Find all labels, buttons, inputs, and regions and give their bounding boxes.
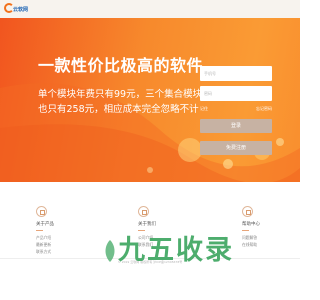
feature-products: 关于产品 产品介绍 最新更新 联系方式 bbox=[36, 206, 84, 255]
heart-icon bbox=[138, 206, 149, 217]
feature-link[interactable]: 产品介绍 bbox=[36, 234, 84, 241]
watermark-text: 九五收录 bbox=[118, 235, 234, 266]
title-underline bbox=[36, 230, 43, 231]
phone-input[interactable] bbox=[200, 66, 272, 81]
help-icon bbox=[242, 206, 253, 217]
password-input[interactable] bbox=[200, 86, 272, 101]
title-underline bbox=[242, 230, 249, 231]
feature-link[interactable]: 联系方式 bbox=[36, 248, 84, 255]
form-links: 记住 忘记密码 bbox=[200, 106, 272, 112]
watermark-leaf-icon bbox=[105, 240, 115, 262]
logo[interactable]: 云软网 bbox=[4, 1, 30, 17]
hero-description: 单个模块年费只有99元，三个集合模块也只有258元，相应成本完全忽略不计 bbox=[38, 89, 203, 115]
remember-checkbox[interactable]: 记住 bbox=[200, 106, 208, 112]
hero-title: 一款性价比极高的软件 bbox=[38, 56, 204, 75]
title-underline bbox=[138, 230, 145, 231]
logo-text: 云软网 bbox=[13, 7, 29, 13]
register-button[interactable]: 免费注册 bbox=[200, 141, 272, 155]
hero-banner: 一款性价比极高的软件 单个模块年费只有99元，三个集合模块也只有258元，相应成… bbox=[0, 18, 300, 182]
product-icon bbox=[36, 206, 47, 217]
forgot-password-link[interactable]: 忘记密码 bbox=[256, 106, 272, 112]
header: 云软网 bbox=[0, 0, 300, 18]
login-form: 记住 忘记密码 登录 免费注册 bbox=[200, 66, 272, 163]
feature-title: 关于我们 bbox=[138, 222, 156, 227]
feature-title: 帮助中心 bbox=[242, 222, 260, 227]
watermark: 九五收录 bbox=[105, 233, 258, 269]
login-button[interactable]: 登录 bbox=[200, 119, 272, 133]
feature-title: 关于产品 bbox=[36, 222, 54, 227]
feature-link[interactable]: 最新更新 bbox=[36, 241, 84, 248]
